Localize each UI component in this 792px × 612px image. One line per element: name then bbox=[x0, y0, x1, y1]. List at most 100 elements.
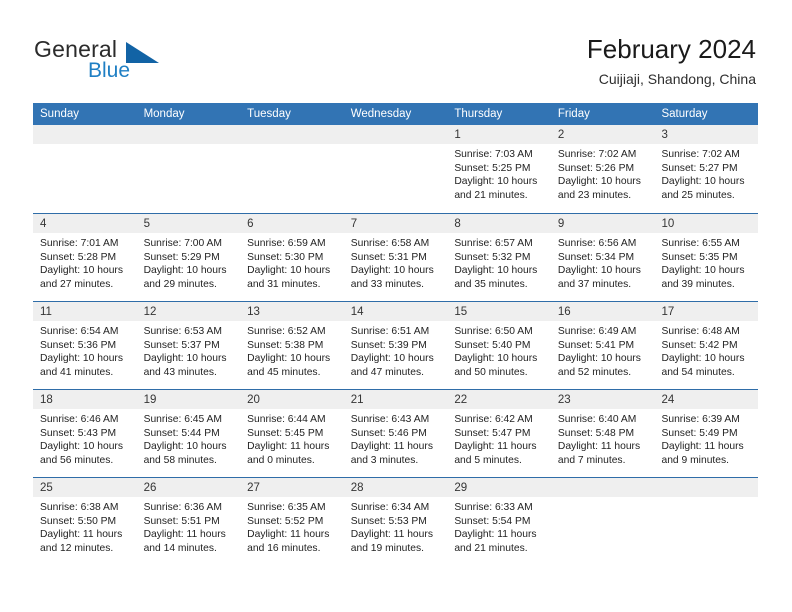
calendar-weeks: 1 Sunrise: 7:03 AM Sunset: 5:25 PM Daylight… bbox=[33, 125, 759, 565]
day-cell[interactable]: 24 Sunrise: 6:39 AM Sunset: 5:49 PM Dayligh… bbox=[654, 390, 759, 477]
weekday-sunday: Sunday bbox=[40, 108, 80, 120]
sunrise-text: Sunrise: 6:54 AM bbox=[40, 326, 119, 337]
day-cell[interactable]: 16 Sunrise: 6:49 AM Sunset: 5:41 PM Dayligh… bbox=[550, 302, 655, 389]
day-number: 21 bbox=[350, 394, 364, 406]
day-details: Sunrise: 6:45 AM Sunset: 5:44 PM Daylight:… bbox=[137, 409, 241, 467]
calendar-page: General Blue February 2024 Cuijiaji, Sha… bbox=[0, 0, 792, 612]
day-number-band: 12 bbox=[136, 302, 241, 321]
day-number-band bbox=[550, 478, 655, 497]
day-cell[interactable]: 20 Sunrise: 6:44 AM Sunset: 5:45 PM Dayligh… bbox=[240, 390, 344, 477]
daylight-text-line2: and 47 minutes. bbox=[350, 366, 425, 378]
day-cell[interactable]: 4 Sunrise: 7:01 AM Sunset: 5:28 PM Daylight… bbox=[33, 214, 137, 301]
day-cell[interactable]: 26 Sunrise: 6:36 AM Sunset: 5:51 PM Dayligh… bbox=[136, 478, 241, 565]
daylight-text-line2: and 3 minutes. bbox=[350, 454, 419, 466]
sunset-text: Sunset: 5:53 PM bbox=[350, 515, 427, 527]
day-cell[interactable]: 18 Sunrise: 6:46 AM Sunset: 5:43 PM Dayligh… bbox=[33, 390, 137, 477]
day-cell[interactable]: 15 Sunrise: 6:50 AM Sunset: 5:40 PM Dayligh… bbox=[447, 302, 551, 389]
daylight-text-line1: Daylight: 10 hours bbox=[143, 441, 227, 453]
day-number-band: 8 bbox=[447, 214, 551, 233]
day-cell[interactable]: 13 Sunrise: 6:52 AM Sunset: 5:38 PM Dayligh… bbox=[240, 302, 344, 389]
day-number: 20 bbox=[247, 394, 260, 406]
day-details: Sunrise: 6:38 AM Sunset: 5:50 PM Daylight:… bbox=[33, 497, 137, 555]
day-details: Sunrise: 6:42 AM Sunset: 5:47 PM Daylight:… bbox=[447, 409, 551, 467]
day-number: 26 bbox=[143, 482, 157, 494]
day-cell[interactable]: 3 Sunrise: 7:02 AM Sunset: 5:27 PM Daylight… bbox=[654, 125, 759, 213]
day-number: 17 bbox=[661, 306, 675, 318]
daylight-text-line2: and 33 minutes. bbox=[350, 278, 425, 290]
daylight-text-line2: and 25 minutes. bbox=[661, 189, 735, 201]
daylight-text-line2: and 56 minutes. bbox=[40, 454, 114, 466]
day-number: 12 bbox=[143, 306, 157, 318]
day-cell[interactable]: 27 Sunrise: 6:35 AM Sunset: 5:52 PM Dayligh… bbox=[240, 478, 344, 565]
sunrise-text: Sunrise: 6:53 AM bbox=[143, 326, 222, 337]
day-details: Sunrise: 6:56 AM Sunset: 5:34 PM Daylight:… bbox=[551, 233, 655, 291]
daylight-text-line1: Daylight: 11 hours bbox=[350, 441, 433, 453]
day-cell[interactable]: 28 Sunrise: 6:34 AM Sunset: 5:53 PM Dayligh… bbox=[343, 478, 448, 565]
sunset-text: Sunset: 5:46 PM bbox=[350, 427, 427, 439]
day-number-band: 2 bbox=[550, 125, 655, 144]
weekday-tuesday: Tuesday bbox=[247, 108, 291, 120]
day-cell[interactable]: 2 Sunrise: 7:02 AM Sunset: 5:26 PM Daylight… bbox=[550, 125, 655, 213]
day-cell[interactable]: 1 Sunrise: 7:03 AM Sunset: 5:25 PM Daylight… bbox=[447, 125, 551, 213]
daylight-text-line1: Daylight: 11 hours bbox=[247, 529, 330, 541]
day-number: 11 bbox=[40, 306, 52, 318]
day-number-band: 10 bbox=[654, 214, 759, 233]
daylight-text-line1: Daylight: 10 hours bbox=[143, 265, 227, 277]
day-cell[interactable]: 14 Sunrise: 6:51 AM Sunset: 5:39 PM Dayligh… bbox=[343, 302, 448, 389]
day-number-band: 27 bbox=[240, 478, 344, 497]
daylight-text-line2: and 27 minutes. bbox=[40, 278, 114, 290]
day-cell[interactable]: 22 Sunrise: 6:42 AM Sunset: 5:47 PM Dayligh… bbox=[447, 390, 551, 477]
day-cell[interactable]: 6 Sunrise: 6:59 AM Sunset: 5:30 PM Daylight… bbox=[240, 214, 344, 301]
day-cell[interactable]: 9 Sunrise: 6:56 AM Sunset: 5:34 PM Daylight… bbox=[550, 214, 655, 301]
day-details: Sunrise: 6:48 AM Sunset: 5:42 PM Daylight:… bbox=[654, 321, 758, 379]
day-number-band: 1 bbox=[447, 125, 551, 144]
calendar-week-row: 1 Sunrise: 7:03 AM Sunset: 5:25 PM Daylight… bbox=[33, 125, 759, 213]
day-cell[interactable]: 11 Sunrise: 6:54 AM Sunset: 5:36 PM Dayligh… bbox=[33, 302, 137, 389]
sunrise-text: Sunrise: 6:57 AM bbox=[454, 238, 533, 249]
day-number: 14 bbox=[350, 306, 364, 318]
day-cell-empty bbox=[33, 125, 137, 213]
daylight-text-line2: and 12 minutes. bbox=[40, 542, 114, 554]
day-details: Sunrise: 6:54 AM Sunset: 5:36 PM Daylight:… bbox=[33, 321, 137, 379]
daylight-text-line1: Daylight: 11 hours bbox=[661, 441, 744, 453]
title-block: February 2024 Cuijiaji, Shandong, China bbox=[587, 34, 756, 88]
day-details: Sunrise: 7:02 AM Sunset: 5:26 PM Daylight:… bbox=[551, 144, 655, 202]
sunset-text: Sunset: 5:30 PM bbox=[247, 251, 324, 263]
day-cell[interactable]: 23 Sunrise: 6:40 AM Sunset: 5:48 PM Dayligh… bbox=[550, 390, 655, 477]
sunrise-text: Sunrise: 6:46 AM bbox=[40, 414, 119, 425]
day-details: Sunrise: 6:40 AM Sunset: 5:48 PM Daylight:… bbox=[551, 409, 655, 467]
day-details: Sunrise: 7:00 AM Sunset: 5:29 PM Daylight:… bbox=[137, 233, 241, 291]
day-number: 2 bbox=[557, 129, 565, 141]
day-cell[interactable]: 17 Sunrise: 6:48 AM Sunset: 5:42 PM Dayligh… bbox=[654, 302, 759, 389]
day-cell[interactable]: 10 Sunrise: 6:55 AM Sunset: 5:35 PM Dayligh… bbox=[654, 214, 759, 301]
day-number-band bbox=[654, 478, 759, 497]
page-title: February 2024 bbox=[586, 34, 756, 64]
day-cell[interactable]: 19 Sunrise: 6:45 AM Sunset: 5:44 PM Dayligh… bbox=[136, 390, 241, 477]
day-cell[interactable]: 7 Sunrise: 6:58 AM Sunset: 5:31 PM Daylight… bbox=[343, 214, 448, 301]
day-cell[interactable]: 12 Sunrise: 6:53 AM Sunset: 5:37 PM Dayligh… bbox=[136, 302, 241, 389]
day-cell[interactable]: 8 Sunrise: 6:57 AM Sunset: 5:32 PM Daylight… bbox=[447, 214, 551, 301]
sunrise-text: Sunrise: 6:52 AM bbox=[247, 326, 326, 337]
sunset-text: Sunset: 5:54 PM bbox=[454, 515, 531, 527]
daylight-text-line2: and 50 minutes. bbox=[454, 366, 528, 378]
sunrise-text: Sunrise: 6:49 AM bbox=[557, 326, 637, 337]
day-number: 19 bbox=[143, 394, 157, 406]
day-number-band: 4 bbox=[33, 214, 137, 233]
day-cell[interactable]: 25 Sunrise: 6:38 AM Sunset: 5:50 PM Dayligh… bbox=[33, 478, 137, 565]
sunset-text: Sunset: 5:28 PM bbox=[40, 251, 117, 263]
sunrise-text: Sunrise: 6:55 AM bbox=[661, 238, 740, 249]
sunset-text: Sunset: 5:52 PM bbox=[247, 515, 324, 527]
day-number-band: 22 bbox=[447, 390, 551, 409]
day-details: Sunrise: 6:52 AM Sunset: 5:38 PM Daylight:… bbox=[240, 321, 344, 379]
day-cell[interactable]: 29 Sunrise: 6:33 AM Sunset: 5:54 PM Dayligh… bbox=[447, 478, 551, 565]
day-cell[interactable]: 5 Sunrise: 7:00 AM Sunset: 5:29 PM Daylight… bbox=[136, 214, 241, 301]
daylight-text-line2: and 16 minutes. bbox=[247, 542, 321, 554]
daylight-text-line2: and 0 minutes. bbox=[247, 454, 315, 466]
day-cell[interactable]: 21 Sunrise: 6:43 AM Sunset: 5:46 PM Dayligh… bbox=[343, 390, 448, 477]
sunrise-text: Sunrise: 6:39 AM bbox=[661, 414, 740, 425]
daylight-text-line1: Daylight: 10 hours bbox=[454, 353, 538, 365]
sunrise-text: Sunrise: 6:51 AM bbox=[350, 326, 430, 337]
sunrise-text: Sunrise: 7:01 AM bbox=[40, 238, 119, 249]
general-blue-logo[interactable]: General Blue bbox=[34, 36, 224, 88]
daylight-text-line1: Daylight: 10 hours bbox=[350, 265, 434, 277]
